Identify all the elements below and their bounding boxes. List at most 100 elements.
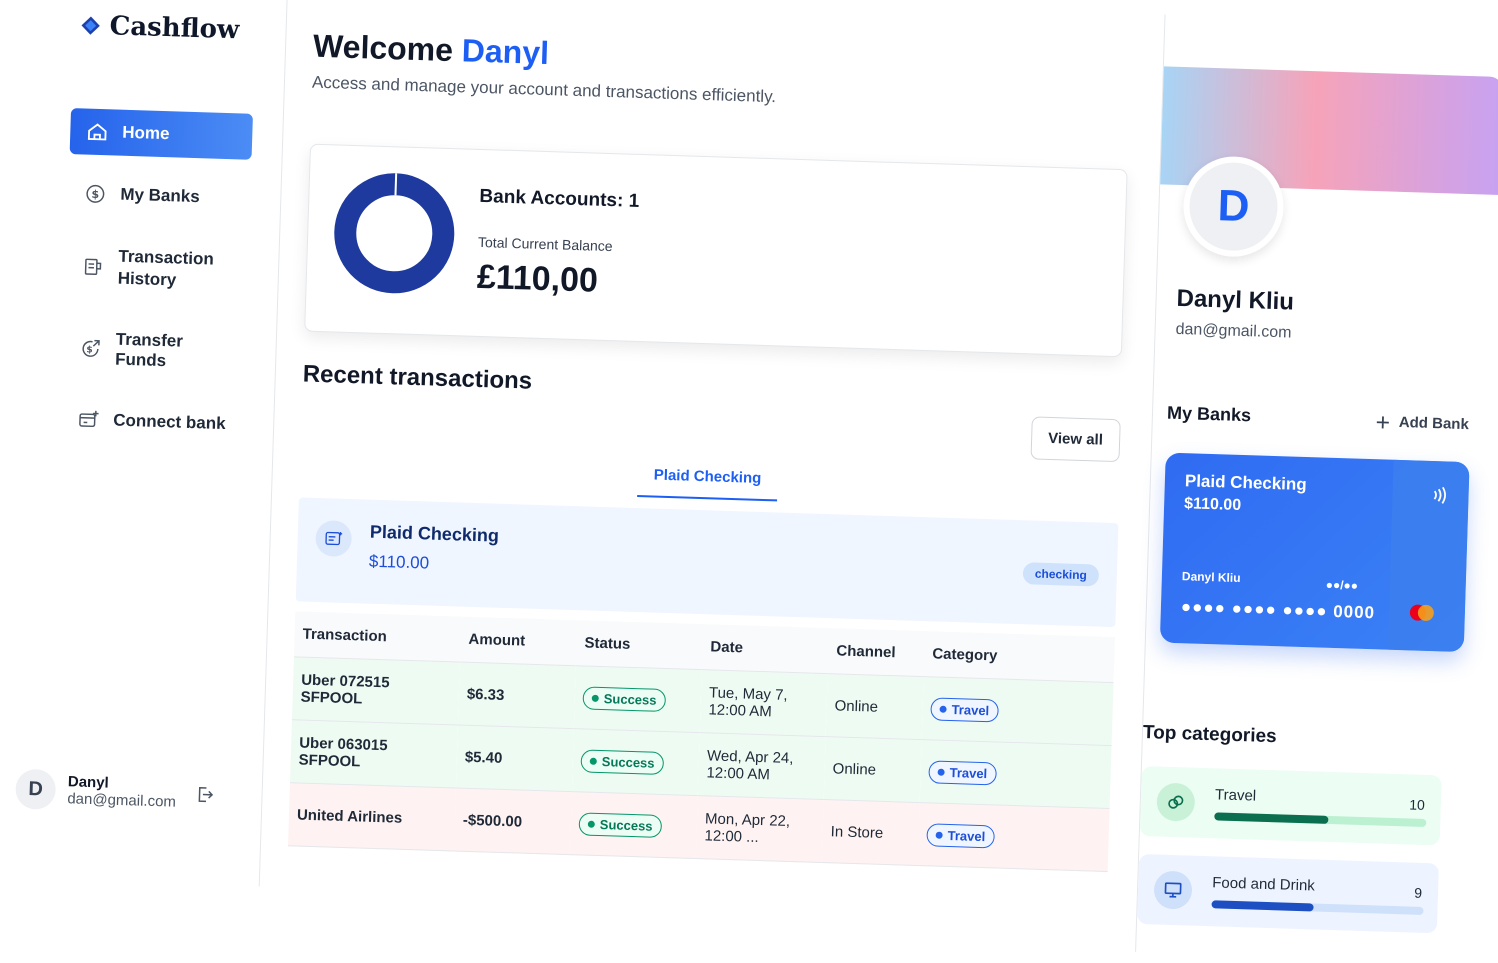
total-balance-value: £110,00 [476,257,599,300]
connect-bank-icon [79,410,99,428]
tx-category: Travel [921,676,1114,746]
main-content: Welcome Danyl Access and manage your acc… [287,27,1134,872]
sidebar-item-label: Connect bank [112,410,226,434]
category-label: Travel [949,764,988,781]
status-badge: Success [582,685,666,712]
app-name: Cashflow [109,11,240,46]
svg-text:$: $ [86,344,93,355]
right-panel: D Danyl Kliu dan@gmail.com My Banks Add … [1135,14,1498,963]
tx-date: Tue, May 7, 12:00 AM [699,669,828,737]
link-icon [1168,795,1184,809]
view-all-button[interactable]: View all [1030,416,1121,463]
category-progress-fill [1214,812,1329,824]
tx-channel: In Store [821,799,920,866]
logo-icon [81,16,100,35]
card-balance: $110.00 [1183,495,1242,515]
col-channel: Channel [827,628,926,677]
category-name: Food and Drink [1212,874,1316,895]
category-count: 10 [1409,796,1426,813]
status-dot-icon [589,757,597,765]
avatar[interactable]: D [15,768,57,810]
add-bank-button[interactable]: Add Bank [1375,413,1470,434]
tx-date: Mon, Apr 22, 12:00 ... [695,795,824,863]
welcome-text: Welcome [312,27,454,69]
welcome-name: Danyl [461,32,550,72]
tx-name: Uber 072515 SFPOOL [291,656,460,726]
category-badge: Travel [926,822,995,848]
tx-amount: $6.33 [457,662,576,729]
account-type-badge: checking [1022,562,1100,587]
category-dot-icon [939,705,947,713]
my-banks-title: My Banks [1166,402,1252,426]
sidebar-user-info: Danyl dan@gmail.com [67,773,177,810]
dollar-icon: $ [86,184,105,203]
tab-plaid-checking[interactable]: Plaid Checking [637,458,778,502]
logout-icon[interactable] [194,784,215,805]
sidebar-user: D Danyl dan@gmail.com [15,768,215,815]
status-label: Success [601,753,655,771]
col-category: Category [923,631,1115,683]
sidebar-item-label: Transfer Funds [114,329,184,371]
card-expiry: ●●/●● [1325,577,1359,593]
app-logo[interactable]: Cashflow [79,10,240,45]
tx-category: Travel [919,739,1112,809]
plus-icon [1376,415,1389,428]
bank-card[interactable]: Plaid Checking $110.00 Danyl Kliu ●●/●● … [1159,452,1470,653]
mastercard-icon [1409,604,1434,621]
sidebar-nav: Home $ My Banks Transaction History $ Tr… [60,108,253,464]
col-date: Date [701,624,830,674]
card-holder: Danyl Kliu [1181,569,1241,586]
transactions-table: Transaction Amount Status Date Channel C… [287,611,1115,872]
category-icon-wrap [1153,870,1193,910]
transfer-icon: $ [82,339,100,357]
sidebar-item-label: My Banks [120,184,201,207]
profile-name: Danyl Kliu [1176,284,1295,316]
col-status: Status [575,620,704,670]
tx-channel: Online [823,736,922,803]
category-card-food-and-drink[interactable]: Food and Drink 9 [1136,853,1440,934]
tx-name: United Airlines [287,782,456,851]
category-label: Travel [947,827,986,844]
add-bank-label: Add Bank [1398,413,1470,434]
col-transaction: Transaction [293,611,462,663]
tx-amount: -$500.00 [453,787,572,855]
tx-name: Uber 063015 SFPOOL [289,719,458,788]
svg-text:$: $ [91,188,99,201]
category-count: 9 [1414,884,1423,901]
status-dot-icon [591,694,599,702]
tx-status: Success [571,728,700,796]
status-label: Success [603,690,657,708]
category-label: Travel [951,701,990,718]
profile-email: dan@gmail.com [1175,320,1292,342]
status-label: Success [599,816,653,834]
category-dot-icon [937,768,945,776]
home-icon [87,123,107,141]
sidebar: Cashflow Home $ My Banks Transaction His… [15,0,288,887]
category-badge: Travel [928,759,997,785]
sidebar-item-transaction-history[interactable]: Transaction History [65,232,249,306]
tx-date: Wed, Apr 24, 12:00 AM [697,732,826,800]
status-dot-icon [587,820,595,828]
account-tabs: Plaid Checking [637,458,778,502]
category-name: Travel [1214,786,1257,805]
category-progress [1214,812,1427,827]
category-dot-icon [935,831,943,839]
sidebar-item-my-banks[interactable]: $ My Banks [68,170,251,222]
card-number: ●●●● ●●●● ●●●● 0000 [1180,597,1376,623]
account-balance: $110.00 [368,551,430,573]
category-badge: Travel [930,696,999,722]
sidebar-item-home[interactable]: Home [69,108,253,160]
top-categories-title: Top categories [1142,722,1277,748]
receipt-icon [84,258,102,275]
balance-donut-chart [334,173,455,294]
account-summary: Plaid Checking $110.00 checking [295,497,1119,628]
tx-amount: $5.40 [455,725,574,792]
monitor-icon [1164,882,1182,898]
sidebar-item-connect-bank[interactable]: Connect bank [61,396,244,448]
sidebar-item-transfer-funds[interactable]: $ Transfer Funds [63,316,247,386]
tx-status: Success [569,791,698,859]
tx-channel: Online [825,673,924,740]
status-badge: Success [580,748,664,775]
category-card-travel[interactable]: Travel 10 [1139,766,1442,846]
account-icon-wrap [315,519,353,558]
